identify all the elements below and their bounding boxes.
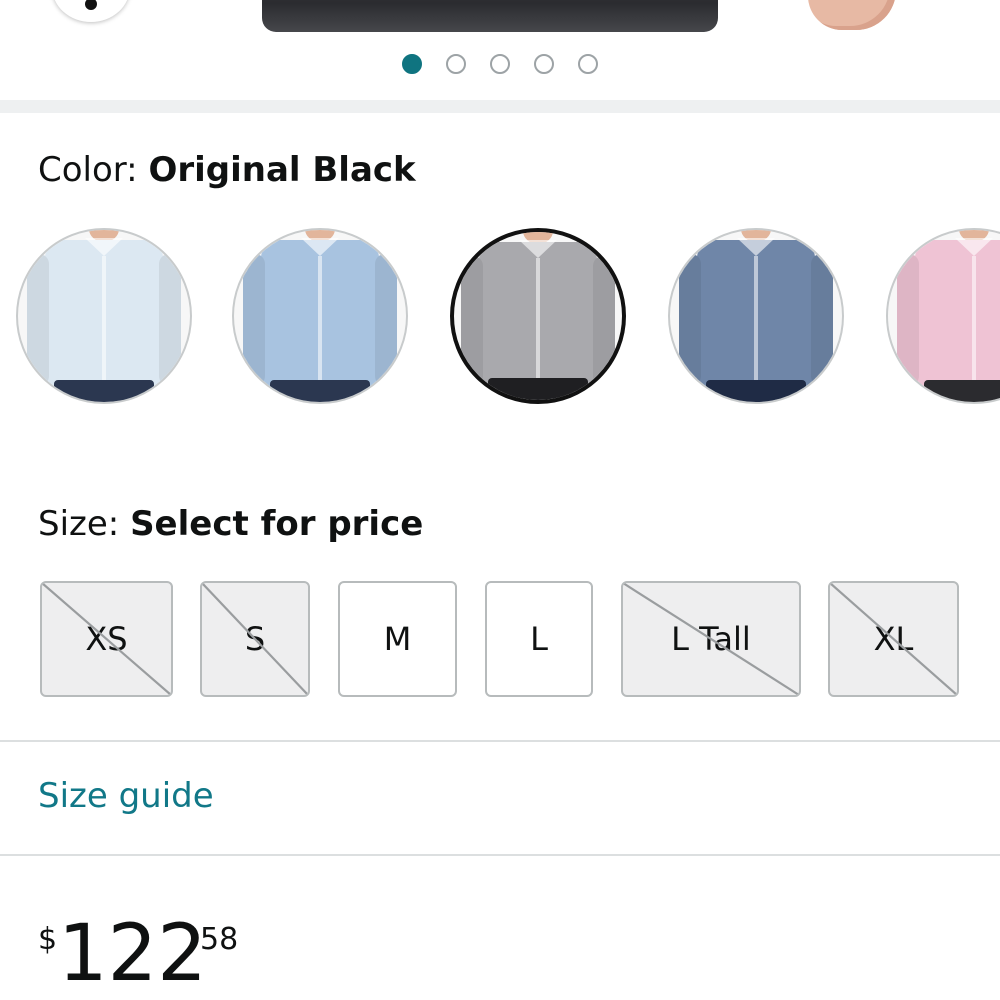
carousel-dot[interactable] <box>534 54 554 74</box>
shirt-image <box>27 238 181 392</box>
shirt-sleeve <box>461 256 483 388</box>
shirt-placket <box>972 256 976 386</box>
size-option-xs[interactable]: XS <box>40 581 173 697</box>
size-selection-text: Select for price <box>130 504 424 544</box>
shirt-collar <box>301 238 339 256</box>
color-label-prefix: Color: <box>38 150 149 190</box>
shirt-image <box>461 240 615 394</box>
size-option-label: L <box>530 620 548 658</box>
model-pants <box>488 378 588 400</box>
shirt-sleeve <box>243 254 265 386</box>
price-fraction: 58 <box>200 922 239 957</box>
price-whole: 122 <box>58 909 207 999</box>
shirt-placket <box>536 258 540 388</box>
share-button[interactable] <box>52 0 130 22</box>
divider <box>0 740 1000 742</box>
shirt-placket <box>318 256 322 386</box>
section-separator <box>0 100 1000 113</box>
price-currency: $ <box>38 922 58 957</box>
shirt-sleeve <box>375 254 397 386</box>
carousel-dot[interactable] <box>578 54 598 74</box>
shirt-sleeve <box>27 254 49 386</box>
shirt-placket <box>102 256 106 386</box>
shirt-collar <box>737 238 775 256</box>
unavailable-slash <box>202 583 308 695</box>
size-option-xl[interactable]: XL <box>828 581 959 697</box>
carousel-dot[interactable] <box>490 54 510 74</box>
product-page: Color: Original Black Size: Select for p… <box>0 0 1000 1000</box>
divider <box>0 854 1000 856</box>
model-pants <box>54 380 154 402</box>
shirt-image <box>897 238 1000 392</box>
shirt-sleeve <box>679 254 701 386</box>
color-label: Color: Original Black <box>38 150 416 190</box>
unavailable-slash <box>830 583 957 695</box>
size-label: Size: Select for price <box>38 504 423 544</box>
shirt-placket <box>754 256 758 386</box>
model-pants <box>706 380 806 402</box>
size-label-prefix: Size: <box>38 504 131 544</box>
shirt-collar <box>519 240 557 258</box>
color-swatch[interactable] <box>232 228 408 404</box>
color-swatch[interactable] <box>16 228 192 404</box>
shirt-image <box>679 238 833 392</box>
carousel-dot[interactable] <box>446 54 466 74</box>
size-option-label: M <box>383 620 412 658</box>
model-pants <box>270 380 370 402</box>
product-image[interactable] <box>0 0 1000 36</box>
shirt-sleeve <box>811 254 833 386</box>
size-option-m[interactable]: M <box>338 581 457 697</box>
shirt-collar <box>85 238 123 256</box>
shirt-collar <box>955 238 993 256</box>
image-carousel-indicator <box>0 54 1000 82</box>
model-pants <box>924 380 1000 402</box>
size-option-l[interactable]: L <box>485 581 593 697</box>
shirt-sleeve <box>593 256 615 388</box>
carousel-dot[interactable] <box>402 54 422 74</box>
color-swatch[interactable] <box>450 228 626 404</box>
size-option-s[interactable]: S <box>200 581 310 697</box>
shirt-image <box>243 238 397 392</box>
color-swatch[interactable] <box>668 228 844 404</box>
color-swatch[interactable] <box>886 228 1000 404</box>
product-photo-hand <box>808 0 896 30</box>
size-guide-link[interactable]: Size guide <box>38 776 214 816</box>
unavailable-slash <box>623 583 799 695</box>
size-option-l-tall[interactable]: L Tall <box>621 581 801 697</box>
shirt-sleeve <box>897 254 919 386</box>
selected-color-name: Original Black <box>148 150 416 190</box>
product-photo-pants <box>262 0 718 32</box>
shirt-sleeve <box>159 254 181 386</box>
share-icon <box>85 0 97 10</box>
unavailable-slash <box>42 583 171 695</box>
